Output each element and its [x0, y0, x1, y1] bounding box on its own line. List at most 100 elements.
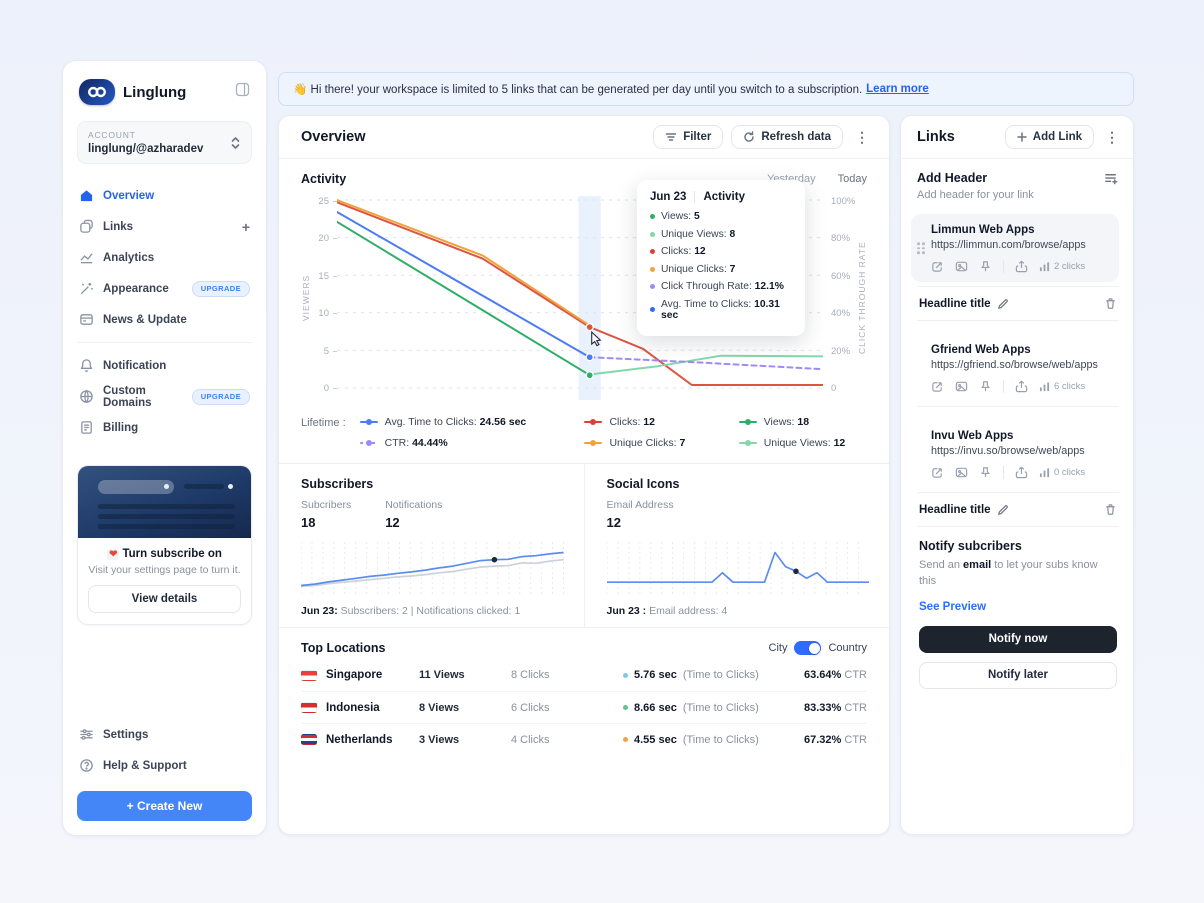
netherlands-flag-icon: [301, 734, 317, 745]
pin-icon[interactable]: [979, 380, 992, 393]
link-icon[interactable]: [931, 466, 944, 479]
subscribers-title: Subscribers: [301, 477, 564, 491]
heart-icon: ❤: [107, 549, 119, 560]
tooltip-row: Avg. Time to Clicks: 10.31 sec: [650, 299, 792, 321]
account-switcher[interactable]: ACCOUNT linglung/@azharadev: [77, 121, 252, 164]
notify-later-button[interactable]: Notify later: [919, 662, 1117, 689]
thumbnail-icon[interactable]: [955, 466, 968, 479]
link-title: Invu Web Apps: [931, 430, 1109, 442]
sidebar-item-billing[interactable]: Billing: [77, 412, 252, 443]
thumbnail-icon[interactable]: [955, 260, 968, 273]
link-icon[interactable]: [931, 260, 944, 273]
trash-icon[interactable]: [1104, 297, 1117, 310]
stat-label: Notifications: [385, 499, 442, 511]
left-axis: VIEWERS 2520151050: [301, 196, 337, 400]
tooltip-row: Unique Clicks: 7: [650, 264, 792, 275]
link-card-gfriend[interactable]: Gfriend Web Apps https://gfriend.so/brow…: [911, 334, 1119, 402]
add-link-quick-icon[interactable]: +: [242, 219, 250, 235]
stat-label: Email Address: [607, 499, 674, 511]
account-label: ACCOUNT: [88, 130, 230, 140]
link-url: https://limmun.com/browse/apps: [931, 239, 1109, 251]
sidebar-item-custom-domains[interactable]: Custom Domains UPGRADE: [77, 381, 252, 412]
clicks-stat: 0 clicks: [1039, 467, 1085, 478]
sidebar-item-news-update[interactable]: News & Update: [77, 304, 252, 335]
add-link-button[interactable]: Add Link: [1005, 125, 1094, 149]
range-today[interactable]: Today: [838, 173, 867, 185]
account-value: linglung/@azharadev: [88, 143, 230, 155]
city-country-toggle[interactable]: [794, 641, 821, 655]
sidebar: Linglung ACCOUNT linglung/@azharadev Ove…: [62, 60, 267, 836]
sidebar-item-label: Settings: [103, 729, 250, 741]
add-header-row[interactable]: Add Header Add header for your link: [917, 171, 1119, 201]
subscribers-sparkline[interactable]: [301, 540, 564, 594]
activity-chart[interactable]: Jun 23 Activity Views: 5 Unique Views: 8…: [337, 196, 823, 400]
link-icon[interactable]: [931, 380, 944, 393]
links-icon: [79, 219, 94, 234]
social-sparkline[interactable]: [607, 540, 870, 594]
bell-icon: [79, 358, 94, 373]
sidebar-item-analytics[interactable]: Analytics: [77, 242, 252, 273]
pin-icon[interactable]: [979, 466, 992, 479]
globe-icon: [79, 389, 94, 404]
trash-icon[interactable]: [1104, 503, 1117, 516]
tooltip-row: Click Through Rate: 12.1%: [650, 281, 792, 292]
share-icon[interactable]: [1015, 466, 1028, 479]
sidebar-item-links[interactable]: Links +: [77, 211, 252, 242]
create-new-button[interactable]: + Create New: [77, 791, 252, 821]
subscribers-section: Subscribers Subcribers18 Notifications12…: [279, 464, 584, 627]
share-icon[interactable]: [1015, 260, 1028, 273]
list-plus-icon[interactable]: [1104, 171, 1119, 191]
see-preview-link[interactable]: See Preview: [919, 601, 986, 613]
legend-item: Avg. Time to Clicks: 24.56 sec: [360, 416, 559, 428]
toggle-label-city: City: [769, 642, 788, 654]
tooltip-row: Clicks: 12: [650, 246, 792, 257]
sidebar-item-notification[interactable]: Notification: [77, 350, 252, 381]
learn-more-link[interactable]: Learn more: [866, 83, 929, 95]
edit-pencil-icon[interactable]: [997, 504, 1009, 516]
billing-icon: [79, 420, 94, 435]
lifetime-legend: Lifetime : Avg. Time to Clicks: 24.56 se…: [279, 400, 889, 463]
sidebar-item-label: Overview: [103, 190, 250, 202]
link-url: https://invu.so/browse/web/apps: [931, 445, 1109, 457]
promo-title: ❤Turn subscribe on: [88, 548, 241, 560]
social-icons-title: Social Icons: [607, 477, 870, 491]
sidebar-item-label: Notification: [103, 360, 250, 372]
thumbnail-icon[interactable]: [955, 380, 968, 393]
link-glyph-icon: [86, 85, 108, 99]
left-axis-label: VIEWERS: [301, 196, 311, 400]
legend-item: Clicks: 12: [584, 416, 712, 428]
sidebar-collapse-icon[interactable]: [235, 82, 250, 102]
view-details-button[interactable]: View details: [88, 585, 241, 613]
bar-chart-icon: [1039, 381, 1050, 392]
legend-item: Views: 18: [739, 416, 867, 428]
share-icon[interactable]: [1015, 380, 1028, 393]
sidebar-item-settings[interactable]: Settings: [77, 719, 252, 750]
notify-now-button[interactable]: Notify now: [919, 626, 1117, 653]
top-locations-title: Top Locations: [301, 641, 769, 655]
sidebar-item-overview[interactable]: Overview: [77, 180, 252, 211]
link-card-limmun[interactable]: Limmun Web Apps https://limmun.com/brows…: [911, 214, 1119, 282]
lifetime-label: Lifetime :: [301, 416, 346, 429]
refresh-data-button[interactable]: Refresh data: [731, 125, 843, 149]
pin-icon[interactable]: [979, 260, 992, 273]
headline-row: Headline title: [917, 493, 1119, 526]
chart-tooltip: Jun 23 Activity Views: 5 Unique Views: 8…: [637, 180, 805, 336]
edit-pencil-icon[interactable]: [997, 298, 1009, 310]
sidebar-item-appearance[interactable]: Appearance UPGRADE: [77, 273, 252, 304]
sidebar-item-label: News & Update: [103, 314, 250, 326]
link-card-invu[interactable]: Invu Web Apps https://invu.so/browse/web…: [911, 420, 1119, 488]
link-url: https://gfriend.so/browse/web/apps: [931, 359, 1109, 371]
app-background: Linglung ACCOUNT linglung/@azharadev Ove…: [0, 0, 1204, 903]
filter-button[interactable]: Filter: [653, 125, 723, 149]
overview-menu-icon[interactable]: ⋮: [851, 128, 873, 146]
links-menu-icon[interactable]: ⋮: [1101, 128, 1123, 146]
overview-title: Overview: [301, 129, 645, 145]
headline-row: Headline title: [917, 287, 1119, 320]
tooltip-title: Activity: [703, 191, 745, 203]
bar-chart-icon: [1039, 467, 1050, 478]
sidebar-item-help-support[interactable]: Help & Support: [77, 750, 252, 781]
drag-handle-icon[interactable]: [917, 242, 925, 254]
filter-icon: [665, 131, 677, 143]
link-title: Limmun Web Apps: [931, 224, 1109, 236]
sidebar-item-label: Links: [103, 221, 233, 233]
